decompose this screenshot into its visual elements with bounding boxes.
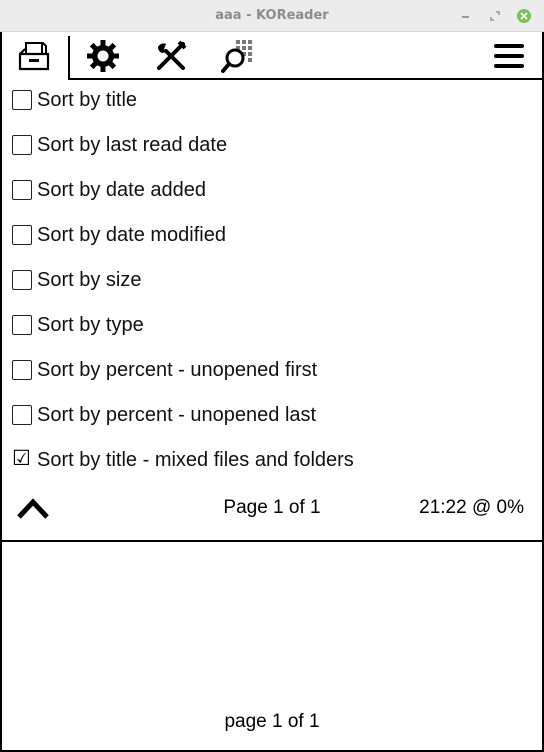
menu-item-label: Sort by percent - unopened first <box>37 358 318 381</box>
menu-item-sort-by-type[interactable]: Sort by type <box>12 305 532 345</box>
close-icon[interactable] <box>516 8 532 24</box>
checkbox[interactable] <box>12 360 32 380</box>
search-icon[interactable] <box>218 38 258 74</box>
menu-item-sort-by-date-modified[interactable]: Sort by date modified <box>12 215 532 255</box>
menu-item-label: Sort by last read date <box>37 133 228 156</box>
menu-item-sort-by-size[interactable]: Sort by size <box>12 260 532 300</box>
checkbox[interactable] <box>12 180 32 200</box>
selected-tab-divider <box>68 36 70 80</box>
hamburger-icon[interactable] <box>489 38 529 74</box>
menu-item-sort-by-title-mixed[interactable]: ☑ Sort by title - mixed files and folder… <box>12 440 532 480</box>
menu-item-label: Sort by title - mixed files and folders <box>37 448 354 471</box>
menu-item-sort-by-percent-unopened-last[interactable]: Sort by percent - unopened last <box>12 395 532 435</box>
menu-item-sort-by-date-added[interactable]: Sort by date added <box>12 170 532 210</box>
checkbox[interactable] <box>12 405 32 425</box>
menu-item-label: Sort by type <box>37 313 144 336</box>
menu-item-label: Sort by title <box>37 88 138 111</box>
frame-left-border <box>0 32 2 752</box>
menu-tabbar <box>0 32 544 80</box>
minimize-icon[interactable] <box>458 8 474 24</box>
maximize-icon[interactable] <box>487 8 503 24</box>
browser-page-info[interactable]: page 1 of 1 <box>0 711 544 733</box>
checkbox[interactable] <box>12 90 32 110</box>
checkbox[interactable] <box>12 225 32 245</box>
menu-item-label: Sort by date modified <box>37 223 226 246</box>
menu-item-sort-by-title[interactable]: Sort by title <box>12 80 532 120</box>
menu-item-sort-by-percent-unopened-first[interactable]: Sort by percent - unopened first <box>12 350 532 390</box>
menu-bottom-border <box>0 540 544 542</box>
window-titlebar: aaa - KOReader <box>0 0 544 32</box>
time-battery-info: 21:22 @ 0% <box>419 497 524 518</box>
checkbox[interactable] <box>12 135 32 155</box>
checkbox-checked[interactable]: ☑ <box>12 446 32 470</box>
menu-item-label: Sort by percent - unopened last <box>37 403 317 426</box>
checkbox[interactable] <box>12 270 32 290</box>
menu-footer: Page 1 of 1 21:22 @ 0% <box>0 487 544 531</box>
tools-icon[interactable] <box>151 38 191 74</box>
checkbox[interactable] <box>12 315 32 335</box>
gear-icon[interactable] <box>83 38 123 74</box>
menu-item-label: Sort by date added <box>37 178 207 201</box>
cabinet-icon[interactable] <box>14 38 54 74</box>
check-mark-icon: ☑ <box>12 446 31 470</box>
menu-item-sort-by-last-read-date[interactable]: Sort by last read date <box>12 125 532 165</box>
menu-item-label: Sort by size <box>37 268 142 291</box>
